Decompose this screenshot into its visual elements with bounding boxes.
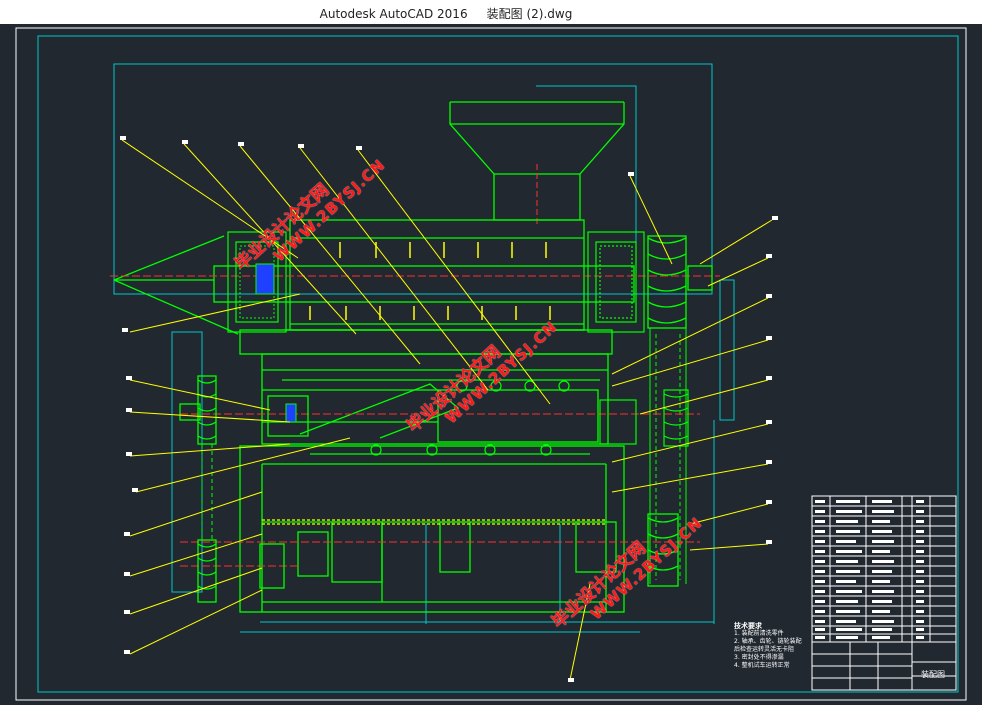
left-middle-core [285, 403, 297, 423]
technical-note: 3. 密封处不得渗漏 [734, 654, 784, 661]
title-block-text-marks [815, 500, 924, 639]
technical-note: 2. 轴承、齿轮、链轮装配 [734, 638, 802, 645]
upper-pulley [647, 235, 713, 329]
window-title: Autodesk AutoCAD 2016 装配图 (2).dwg [0, 5, 982, 22]
technical-note: 4. 整机试车运转正常 [734, 662, 790, 669]
left-belt [201, 444, 213, 540]
technical-notes: 技术要求 1. 装配前清洗零件 2. 轴承、齿轮、链轮装配 后检查运转灵活无卡阻… [734, 622, 804, 670]
lower-frame [239, 445, 625, 613]
titleblock-drawing-name: 装配图 [921, 670, 945, 679]
right-bearing-middle [599, 389, 689, 447]
technical-note: 后检查运转灵活无卡阻 [734, 646, 795, 653]
drawing-canvas[interactable]: 毕业设计论文网 WWW.2BYSJ.CN 毕业设计论文网 WWW.2BYSJ.C… [0, 24, 982, 705]
upper-housing [113, 219, 635, 335]
technical-notes-title: 技术要求 [734, 622, 762, 630]
window-titlebar: Autodesk AutoCAD 2016 装配图 (2).dwg [0, 0, 982, 24]
rotor-teeth [309, 242, 551, 320]
app-name: Autodesk AutoCAD 2016 [319, 7, 468, 21]
right-bearing-upper [587, 231, 645, 333]
technical-note: 1. 装配前清洗零件 [734, 630, 784, 637]
file-name: 装配图 (2).dwg [486, 7, 573, 21]
